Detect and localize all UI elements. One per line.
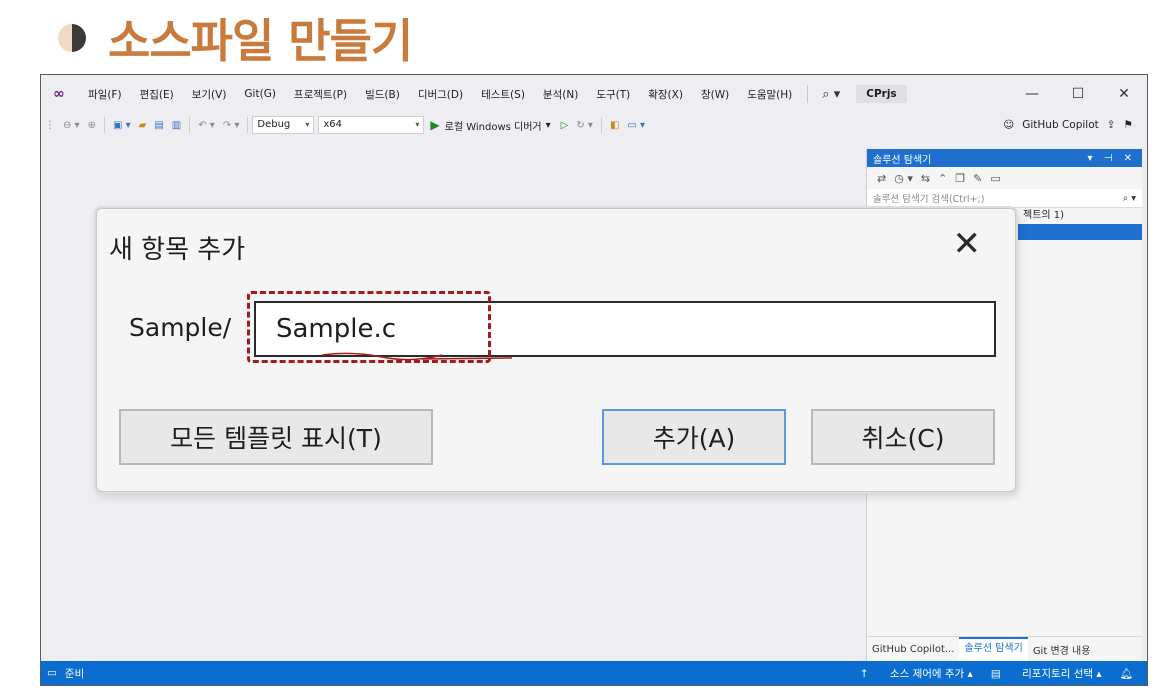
menu-view[interactable]: 보기(V): [183, 87, 236, 102]
source-control-label: 소스 제어에 추가: [889, 667, 965, 680]
navigate-forward-icon[interactable]: ⊕: [84, 120, 100, 131]
toolbar-grip-icon: ⋮: [45, 119, 55, 131]
output-icon: ▭: [47, 667, 57, 679]
standard-toolbar: ⋮ ⊖ ▾ ⊕ ▣ ▾ ▰ ▤ ▥ ↶ ▾ ↷ ▾ Debug ▾ x64 ▾ …: [41, 113, 1147, 137]
menu-tools[interactable]: 도구(T): [587, 87, 639, 102]
solution-name-badge: CPrjs: [856, 85, 907, 103]
preview-icon[interactable]: ▭: [986, 172, 1004, 185]
menu-test[interactable]: 테스트(S): [472, 87, 534, 102]
save-all-icon[interactable]: ▥: [168, 120, 185, 131]
properties-icon[interactable]: ✎: [969, 172, 986, 185]
menu-analyze[interactable]: 분석(N): [534, 87, 587, 102]
configuration-dropdown[interactable]: Debug ▾: [252, 116, 315, 134]
search-icon[interactable]: ⌕ ▾: [814, 87, 848, 102]
open-file-icon[interactable]: ▰: [135, 120, 151, 131]
pending-changes-icon[interactable]: ◷ ▾: [890, 172, 917, 185]
menu-bar: ∞ 파일(F) 편집(E) 보기(V) Git(G) 프로젝트(P) 빌드(B)…: [41, 75, 1147, 113]
menu-divider: [807, 85, 809, 103]
path-label: Sample/: [129, 313, 232, 342]
solution-explorer-title: 솔루션 탐색기: [873, 154, 932, 166]
solution-explorer-titlebar: 솔루션 탐색기 ▾ ⊣ ✕: [867, 149, 1142, 167]
toolbar-divider: [189, 117, 191, 133]
file-name-input[interactable]: [254, 301, 996, 357]
repo-select-label: 리포지토리 선택: [1022, 667, 1094, 680]
close-window-icon[interactable]: ✕: [1101, 86, 1147, 102]
notifications-icon[interactable]: 🔔︎: [1120, 667, 1133, 680]
new-item-icon[interactable]: ▣ ▾: [109, 120, 135, 131]
status-right: ↑ 소스 제어에 추가 ▴ ▤ 리포지토리 선택 ▴ 🔔︎: [842, 666, 1147, 681]
chevron-down-icon: ▾: [305, 120, 310, 129]
copilot-label[interactable]: GitHub Copilot: [1022, 119, 1099, 131]
menu-window[interactable]: 창(W): [692, 87, 738, 102]
navigate-back-icon[interactable]: ⊖ ▾: [59, 120, 84, 131]
menu-git[interactable]: Git(G): [235, 88, 285, 100]
solution-search-field[interactable]: 솔루션 탐색기 검색(Ctrl+;) ⌕ ▾: [867, 189, 1142, 208]
sync-icon[interactable]: ⇆: [917, 172, 934, 185]
tab-github-copilot[interactable]: GitHub Copilot...: [867, 644, 959, 655]
toolbar-divider: [103, 117, 105, 133]
tab-git-changes[interactable]: Git 변경 내용: [1028, 642, 1096, 657]
toolbar-divider: [600, 117, 602, 133]
start-debugging-button[interactable]: ▶ 로컬 Windows 디버거 ▾: [424, 118, 556, 133]
switch-views-icon[interactable]: ⇄: [873, 172, 890, 185]
menu-file[interactable]: 파일(F): [79, 87, 131, 102]
dialog-title: 새 항목 추가: [109, 235, 246, 265]
slide-title: 소스파일 만들기: [108, 14, 413, 68]
undo-icon[interactable]: ↶ ▾: [194, 120, 219, 131]
tool-icon[interactable]: ◧: [606, 120, 623, 131]
window-controls: — ☐ ✕: [1009, 75, 1147, 113]
minimize-icon[interactable]: —: [1009, 86, 1055, 102]
search-icon[interactable]: ⌕ ▾: [1123, 193, 1136, 204]
solution-tree-row-text: 젝트의 1): [1023, 210, 1065, 221]
show-all-files-icon[interactable]: ❐: [951, 172, 969, 185]
menu-debug[interactable]: 디버그(D): [409, 87, 472, 102]
solution-explorer-tabs: GitHub Copilot... 솔루션 탐색기 Git 변경 내용: [867, 636, 1142, 661]
platform-value: x64: [323, 119, 343, 130]
status-ready: ▭ 준비: [41, 666, 84, 681]
add-button[interactable]: 추가(A): [602, 409, 786, 465]
status-bar: ▭ 준비 ↑ 소스 제어에 추가 ▴ ▤ 리포지토리 선택 ▴ 🔔︎: [41, 661, 1147, 685]
close-icon[interactable]: ✕: [953, 227, 982, 261]
window-layout-icon[interactable]: ▭ ▾: [623, 120, 649, 131]
configuration-value: Debug: [257, 119, 291, 130]
hot-reload-icon[interactable]: ↻ ▾: [572, 120, 597, 131]
redo-icon[interactable]: ↷ ▾: [219, 120, 244, 131]
menu-project[interactable]: 프로젝트(P): [285, 87, 356, 102]
status-ready-text: 준비: [64, 667, 85, 680]
cancel-button[interactable]: 취소(C): [811, 409, 995, 465]
chevron-down-icon: ▾: [415, 120, 420, 129]
solution-search-placeholder: 솔루션 탐색기 검색(Ctrl+;): [873, 194, 985, 205]
show-all-templates-button[interactable]: 모든 템플릿 표시(T): [119, 409, 433, 465]
menu-edit[interactable]: 편집(E): [131, 87, 183, 102]
save-icon[interactable]: ▤: [150, 120, 167, 131]
start-without-debugging-icon[interactable]: ▷: [557, 120, 573, 131]
play-icon: ▶: [430, 118, 440, 132]
add-new-item-dialog: 새 항목 추가 ✕ Sample/ 모든 템플릿 표시(T) 추가(A) 취소(…: [96, 208, 1016, 492]
feedback-icon[interactable]: ⚑: [1124, 119, 1133, 131]
solution-explorer-toolbar: ⇄ ◷ ▾ ⇆ ⌃ ❐ ✎ ▭: [867, 167, 1142, 189]
half-circle-bullet-icon: [58, 24, 86, 52]
collapse-all-icon[interactable]: ⌃: [934, 172, 951, 185]
select-repository-button[interactable]: ▤ 리포지토리 선택 ▴: [991, 666, 1102, 681]
panel-pin-close-icons[interactable]: ▾ ⊣ ✕: [1088, 153, 1136, 164]
copilot-icon[interactable]: ☺: [1003, 119, 1014, 131]
copilot-area: ☺ GitHub Copilot ⇪ ⚑: [995, 113, 1133, 137]
maximize-icon[interactable]: ☐: [1055, 86, 1101, 102]
menu-build[interactable]: 빌드(B): [356, 87, 409, 102]
visual-studio-logo-icon: ∞: [53, 86, 65, 102]
run-label: 로컬 Windows 디버거: [444, 121, 542, 133]
slide-heading: 소스파일 만들기: [58, 8, 413, 68]
menu-extensions[interactable]: 확장(X): [639, 87, 692, 102]
menu-help[interactable]: 도움말(H): [738, 87, 801, 102]
tab-solution-explorer[interactable]: 솔루션 탐색기: [959, 637, 1028, 661]
toolbar-divider: [247, 117, 249, 133]
add-to-source-control-button[interactable]: ↑ 소스 제어에 추가 ▴: [860, 666, 973, 681]
platform-dropdown[interactable]: x64 ▾: [318, 116, 425, 134]
chevron-down-icon: ▾: [545, 119, 551, 131]
share-icon[interactable]: ⇪: [1107, 119, 1116, 131]
